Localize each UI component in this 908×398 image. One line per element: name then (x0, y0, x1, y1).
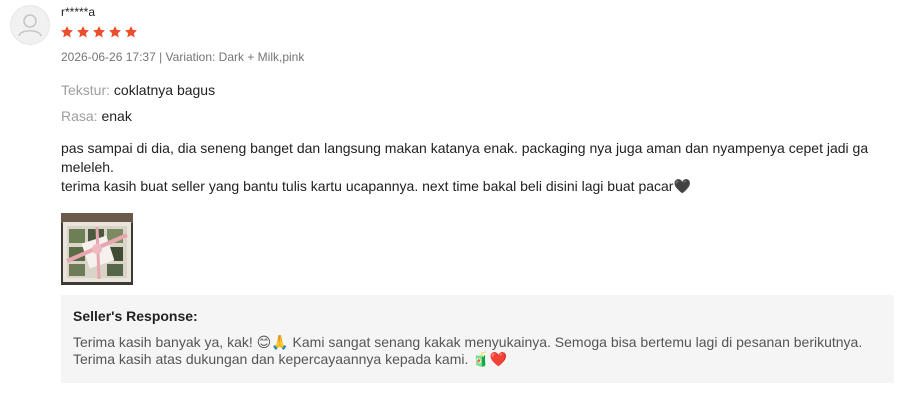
seller-response-line: Terima kasih atas dukungan dan kepercaya… (73, 351, 508, 367)
comment-line: terima kasih buat seller yang bantu tuli… (61, 178, 691, 194)
seller-response-text: Terima kasih banyak ya, kak! 😊🙏 Kami san… (73, 334, 882, 368)
review-comment: pas sampai di dia, dia seneng banget dan… (61, 139, 891, 196)
product-review: r*****a 2026-06-26 17:37 | Variation: Da… (0, 0, 908, 398)
user-placeholder-icon (18, 14, 42, 37)
comment-line: pas sampai di dia, dia seneng banget dan… (61, 140, 869, 175)
star-icon (93, 26, 105, 38)
avatar[interactable] (10, 5, 50, 45)
seller-response: Seller's Response: Terima kasih banyak y… (61, 295, 894, 383)
reviewer-username: r*****a (61, 5, 96, 19)
attribute-texture: Tekstur: coklatnya bagus (61, 81, 215, 99)
attribute-taste: Rasa: enak (61, 107, 132, 125)
seller-response-line: Terima kasih banyak ya, kak! 😊🙏 Kami san… (73, 334, 863, 350)
attribute-value: enak (101, 108, 132, 124)
review-photo-thumbnail[interactable] (61, 213, 133, 285)
attribute-label: Tekstur: (61, 82, 111, 98)
attribute-label: Rasa: (61, 108, 98, 124)
star-rating (60, 25, 138, 41)
attribute-value: coklatnya bagus (113, 82, 216, 98)
review-meta: 2026-06-26 17:37 | Variation: Dark + Mil… (61, 50, 305, 64)
star-icon (61, 26, 73, 38)
seller-response-title: Seller's Response: (73, 308, 198, 324)
star-icon (77, 26, 89, 38)
chocolate-box-photo (61, 213, 133, 285)
star-icon (125, 26, 137, 38)
star-icon (109, 26, 121, 38)
